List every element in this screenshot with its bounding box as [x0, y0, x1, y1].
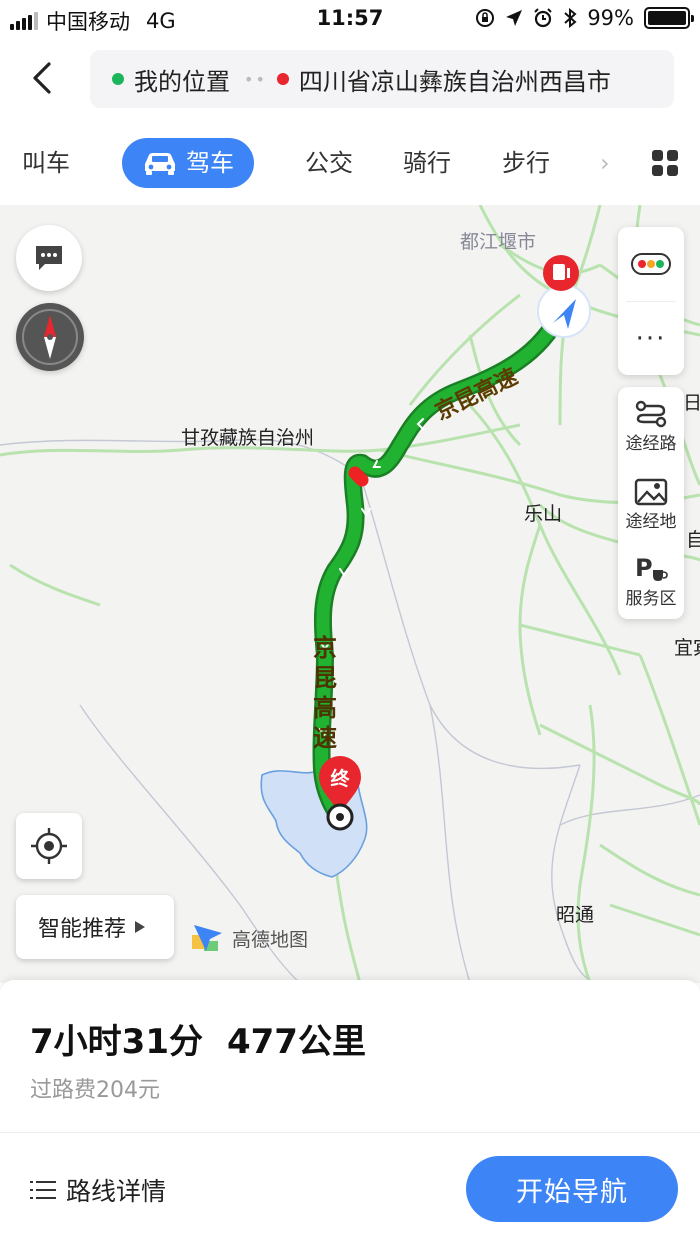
service-area-label: 服务区 [625, 588, 677, 609]
map-label-edge-ri: 日 [683, 392, 700, 414]
chat-bubble-icon [36, 246, 62, 270]
start-marker [537, 284, 591, 338]
tab-driving-label: 驾车 [186, 149, 234, 177]
car-icon [145, 153, 175, 175]
route-tools-panel: 途经路 途经地 P 服务区 [618, 387, 684, 619]
battery-fill [648, 11, 686, 25]
traffic-light-icon [631, 253, 671, 275]
status-bar: 中国移动 4G 11:57 99% [0, 0, 700, 40]
map-label-dujiangyan: 都江堰市 [460, 231, 537, 253]
list-icon [30, 1179, 56, 1201]
origin-field[interactable]: 我的位置 [134, 62, 230, 97]
tab-taxi[interactable]: 叫车 [22, 138, 70, 188]
compass-icon [22, 309, 78, 365]
ellipsis-icon: •• [244, 69, 267, 89]
locate-me-button[interactable] [16, 813, 82, 879]
map-label-ganzi: 甘孜藏族自治州 [181, 427, 315, 449]
route-line [315, 306, 567, 822]
alarm-icon [534, 8, 553, 28]
tab-driving[interactable]: 驾车 [122, 138, 254, 188]
via-place-button[interactable]: 途经地 [618, 465, 684, 543]
tab-cycling[interactable]: 骑行 [403, 138, 451, 188]
destination-field[interactable]: 四川省凉山彝族自治州西昌市 [299, 62, 611, 97]
triangle-right-icon [135, 921, 146, 933]
route-input-box[interactable]: 我的位置 •• 四川省凉山彝族自治州西昌市 [90, 50, 674, 108]
route-summary: 7小时31分 477公里 [30, 1014, 366, 1063]
route-duration: 7小时31分 [30, 1022, 203, 1062]
destination-dot-icon [276, 73, 289, 85]
divider [0, 1132, 700, 1133]
smart-recommend-label: 智能推荐 [38, 917, 127, 942]
more-dots-icon: ··· [635, 323, 667, 354]
travel-mode-tabs: 叫车 驾车 公交 骑行 步行 › [0, 128, 700, 198]
crosshair-icon [31, 828, 67, 864]
waypoint-road-label: 途经路 [625, 433, 677, 454]
route-details-label: 路线详情 [66, 1177, 167, 1206]
status-right: 99% [475, 6, 694, 30]
location-arrow-icon [506, 10, 523, 26]
amap-logo-text: 高德地图 [232, 928, 309, 951]
amap-logo: 高德地图 [190, 921, 308, 955]
route-header: 我的位置 •• 四川省凉山彝族自治州西昌市 [0, 40, 700, 120]
route-details-button[interactable]: 路线详情 [30, 1172, 166, 1208]
map-label-edge-yibin: 宜宾 [674, 637, 700, 659]
service-area-button[interactable]: P 服务区 [618, 543, 684, 619]
tab-more-partial[interactable]: › [600, 138, 610, 188]
toll-fee: 过路费204元 [30, 1078, 160, 1103]
road-name-label-vertical: 京昆高速 [313, 634, 337, 752]
battery-icon [644, 7, 694, 29]
tab-walking[interactable]: 步行 [502, 138, 550, 188]
route-path-icon [635, 400, 667, 427]
rotation-lock-icon [476, 9, 495, 27]
tab-transit[interactable]: 公交 [305, 138, 353, 188]
message-button[interactable] [16, 225, 82, 291]
bluetooth-icon [564, 8, 577, 28]
compass-button[interactable] [16, 303, 84, 371]
parking-cup-icon: P [635, 554, 668, 582]
via-place-label: 途经地 [625, 511, 677, 532]
back-button[interactable] [22, 56, 62, 100]
more-options-button[interactable]: ··· [618, 302, 684, 375]
route-summary-panel: 7小时31分 477公里 过路费204元 路线详情 开始导航 [0, 980, 700, 1245]
chevron-left-icon [33, 62, 51, 94]
waypoint-road-button[interactable]: 途经路 [618, 387, 684, 465]
svg-text:终: 终 [330, 767, 350, 790]
svg-text:P: P [635, 554, 653, 582]
amap-logo-icon [192, 925, 222, 951]
traffic-toggle[interactable] [618, 227, 684, 301]
start-navigation-button[interactable]: 开始导航 [466, 1156, 678, 1222]
battery-percent: 99% [587, 6, 634, 30]
map-pin-icon [634, 478, 668, 505]
map-tools-panel: ··· [618, 227, 684, 375]
map-label-leshan: 乐山 [524, 503, 563, 525]
map-canvas: 京昆高速 终 [0, 205, 700, 983]
route-distance: 477公里 [226, 1022, 366, 1062]
all-modes-icon[interactable] [652, 150, 678, 176]
origin-dot-icon [112, 73, 124, 85]
map-label-zhaotong: 昭通 [556, 904, 595, 926]
map-view[interactable]: 京昆高速 终 京昆高速 都江堰市 甘孜藏族自治州 乐山 昭通 日 自 宜宾 [0, 205, 700, 983]
map-label-edge-zi: 自 [686, 529, 700, 551]
smart-recommend-button[interactable]: 智能推荐 [16, 895, 174, 959]
